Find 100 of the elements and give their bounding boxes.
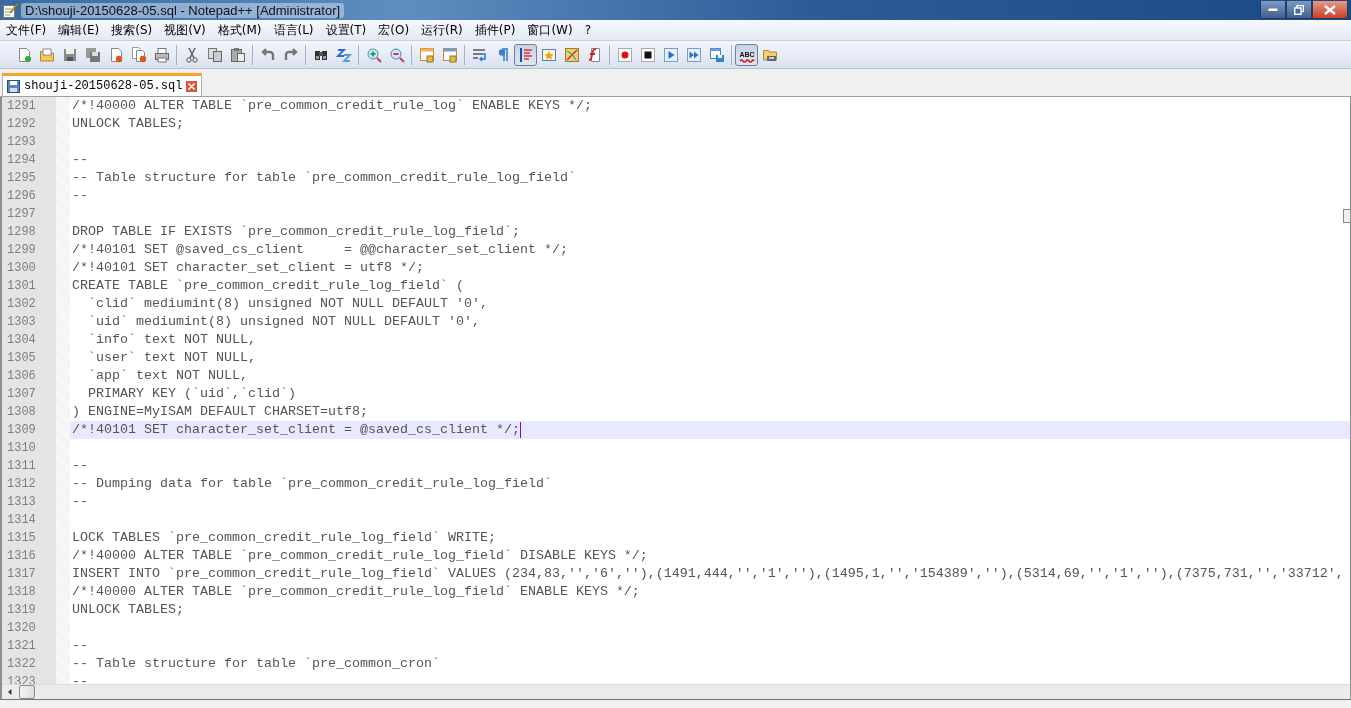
map-icon	[563, 46, 580, 63]
zoom-in-icon	[365, 46, 382, 63]
line-number: 1295	[6, 170, 37, 187]
minimize-icon	[1268, 7, 1278, 12]
close-button[interactable]	[1312, 1, 1348, 19]
tab-label: shouji-20150628-05.sql	[24, 79, 183, 93]
line-number: 1314	[6, 512, 37, 529]
restore-button[interactable]	[1286, 1, 1312, 19]
close-files-icon	[130, 46, 147, 63]
fast-forward-icon	[685, 46, 702, 63]
line-number: 1306	[6, 368, 37, 385]
line-number: 1293	[6, 134, 37, 151]
close-icon	[1324, 4, 1336, 15]
horizontal-scrollbar[interactable]	[2, 684, 1350, 699]
code-line: /*!40000 ALTER TABLE `pre_common_credit_rule_log_field` ENABLE KEYS */;	[71, 583, 641, 601]
menu-item[interactable]: 宏(O)	[378, 21, 415, 39]
left-arrow-icon[interactable]	[6, 688, 14, 696]
line-number: 1316	[6, 548, 37, 565]
code-line: -- Table structure for table `pre_common_cron`	[71, 655, 441, 673]
menu-item[interactable]: ?	[584, 23, 596, 37]
line-number: 1296	[6, 188, 37, 205]
line-number: 1313	[6, 494, 37, 511]
record-icon	[616, 46, 633, 63]
line-number: 1311	[6, 458, 37, 475]
line-number: 1297	[6, 206, 37, 223]
restore-icon	[1294, 4, 1304, 15]
stop-icon	[639, 46, 656, 63]
word-wrap-icon	[471, 46, 488, 63]
line-number: 1319	[6, 602, 37, 619]
line-number: 1310	[6, 440, 37, 457]
menu-item[interactable]: 插件(P)	[474, 21, 521, 39]
line-number: 1320	[6, 620, 37, 637]
replace-icon	[335, 46, 352, 63]
code-line: --	[71, 457, 89, 475]
line-number: 1307	[6, 386, 37, 403]
code-line: INSERT INTO `pre_common_credit_rule_log_field` VALUES (234,83,'','6',''),(1491,444,'','1',''),(1495,1,'','154389',''),(5314,69,'','1',''),(7375,731,'','33712',	[71, 565, 1345, 583]
line-number: 1300	[6, 260, 37, 277]
line-number: 1301	[6, 278, 37, 295]
menu-item[interactable]: 窗口(W)	[527, 21, 578, 39]
code-line: --	[71, 151, 89, 169]
close-tab-icon[interactable]	[186, 80, 198, 92]
window-disk-icon	[708, 46, 725, 63]
notepad-icon	[2, 2, 18, 18]
menu-item[interactable]: 文件(F)	[6, 21, 52, 39]
code-line: DROP TABLE IF EXISTS `pre_common_credit_rule_log_field`;	[71, 223, 521, 241]
line-number: 1292	[6, 116, 37, 133]
menu-item[interactable]: 编辑(E)	[58, 21, 105, 39]
code-line: `clid` mediumint(8) unsigned NOT NULL DEFAULT '0',	[87, 295, 489, 313]
line-number: 1299	[6, 242, 37, 259]
folder-icon	[38, 46, 55, 63]
menu-item[interactable]: 搜索(S)	[111, 21, 158, 39]
code-line: LOCK TABLES `pre_common_credit_rule_log_field` WRITE;	[71, 529, 497, 547]
line-number: 1318	[6, 584, 37, 601]
file-tab[interactable]: shouji-20150628-05.sql	[2, 73, 203, 96]
line-number: 1302	[6, 296, 37, 313]
floppy-disks-icon	[84, 46, 101, 63]
menu-item[interactable]: 运行(R)	[421, 21, 468, 39]
line-number: 1304	[6, 332, 37, 349]
paste-icon	[229, 46, 246, 63]
menu-item[interactable]: 语言(L)	[273, 21, 319, 39]
code-line: /*!40000 ALTER TABLE `pre_common_credit_rule_log` ENABLE KEYS */;	[71, 97, 593, 115]
line-number: 1309	[6, 422, 37, 439]
line-number: 1308	[6, 404, 37, 421]
line-number: 1317	[6, 566, 37, 583]
code-line: /*!40101 SET @saved_cs_client = @@character_set_client */;	[71, 241, 569, 259]
code-line: --	[71, 637, 89, 655]
window-lock-icon	[418, 46, 435, 63]
line-number: 1303	[6, 314, 37, 331]
line-number: 1315	[6, 530, 37, 547]
minimize-button[interactable]	[1260, 1, 1286, 19]
toolbar-button[interactable]	[514, 43, 537, 66]
line-number: 1291	[6, 98, 37, 115]
function-list-icon	[586, 46, 603, 63]
scissors-icon	[183, 46, 200, 63]
menu-item[interactable]: 视图(V)	[164, 21, 211, 39]
menu-item[interactable]: 格式(M)	[217, 21, 267, 39]
code-line: ) ENGINE=MyISAM DEFAULT CHARSET=utf8;	[71, 403, 369, 421]
window-lock-icon	[441, 46, 458, 63]
scrollbar-thumb[interactable]	[19, 685, 35, 699]
play-icon	[662, 46, 679, 63]
copy-icon	[206, 46, 223, 63]
line-number: 1305	[6, 350, 37, 367]
code-line: `app` text NOT NULL,	[87, 367, 249, 385]
printer-icon	[153, 46, 170, 63]
line-number: 1322	[6, 656, 37, 673]
code-line: -- Table structure for table `pre_common_credit_rule_log_field`	[71, 169, 577, 187]
code-line: PRIMARY KEY (`uid`,`clid`)	[87, 385, 297, 403]
window-title: D:\shouji-20150628-05.sql - Notepad++ [Administrator]	[21, 2, 345, 18]
code-line: `uid` mediumint(8) unsigned NOT NULL DEFAULT '0',	[87, 313, 481, 331]
indent-guide-icon	[517, 46, 534, 63]
code-line: `info` text NOT NULL,	[87, 331, 257, 349]
code-line: --	[71, 493, 89, 511]
line-number: 1294	[6, 152, 37, 169]
line-number: 1321	[6, 638, 37, 655]
code-line: `user` text NOT NULL,	[87, 349, 257, 367]
code-line: UNLOCK TABLES;	[71, 115, 185, 133]
redo-icon	[282, 46, 299, 63]
line-number: 1312	[6, 476, 37, 493]
code-line: -- Dumping data for table `pre_common_credit_rule_log_field`	[71, 475, 553, 493]
menu-item[interactable]: 设置(T)	[325, 21, 372, 39]
